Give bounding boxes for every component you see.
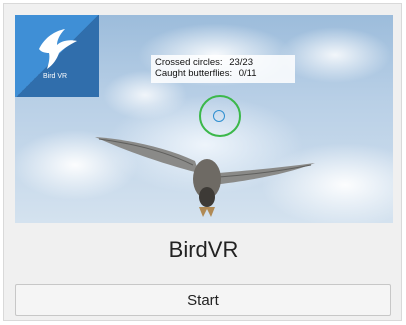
crossed-circles-value: 23/23 bbox=[229, 57, 253, 68]
crossed-circles-row: Crossed circles: 23/23 bbox=[155, 57, 295, 68]
logo-caption: Bird VR bbox=[43, 73, 68, 80]
caught-butterflies-label: Caught butterflies: bbox=[155, 68, 233, 79]
game-preview-image: Bird VR Crossed circles: 23/23 Caught bu… bbox=[15, 15, 393, 223]
start-button[interactable]: Start bbox=[15, 284, 391, 316]
app-title: BirdVR bbox=[168, 237, 239, 262]
eagle-figure bbox=[95, 137, 315, 217]
score-overlay: Crossed circles: 23/23 Caught butterflie… bbox=[151, 55, 295, 83]
app-card: Bird VR Crossed circles: 23/23 Caught bu… bbox=[3, 3, 402, 321]
caught-butterflies-row: Caught butterflies: 0/11 bbox=[155, 68, 295, 79]
caught-butterflies-value: 0/11 bbox=[238, 68, 257, 79]
app-logo: Bird VR bbox=[15, 15, 99, 97]
crossed-circles-label: Crossed circles: bbox=[155, 57, 223, 68]
flying-bird-icon bbox=[39, 29, 77, 69]
crosshair-dot bbox=[213, 110, 225, 122]
